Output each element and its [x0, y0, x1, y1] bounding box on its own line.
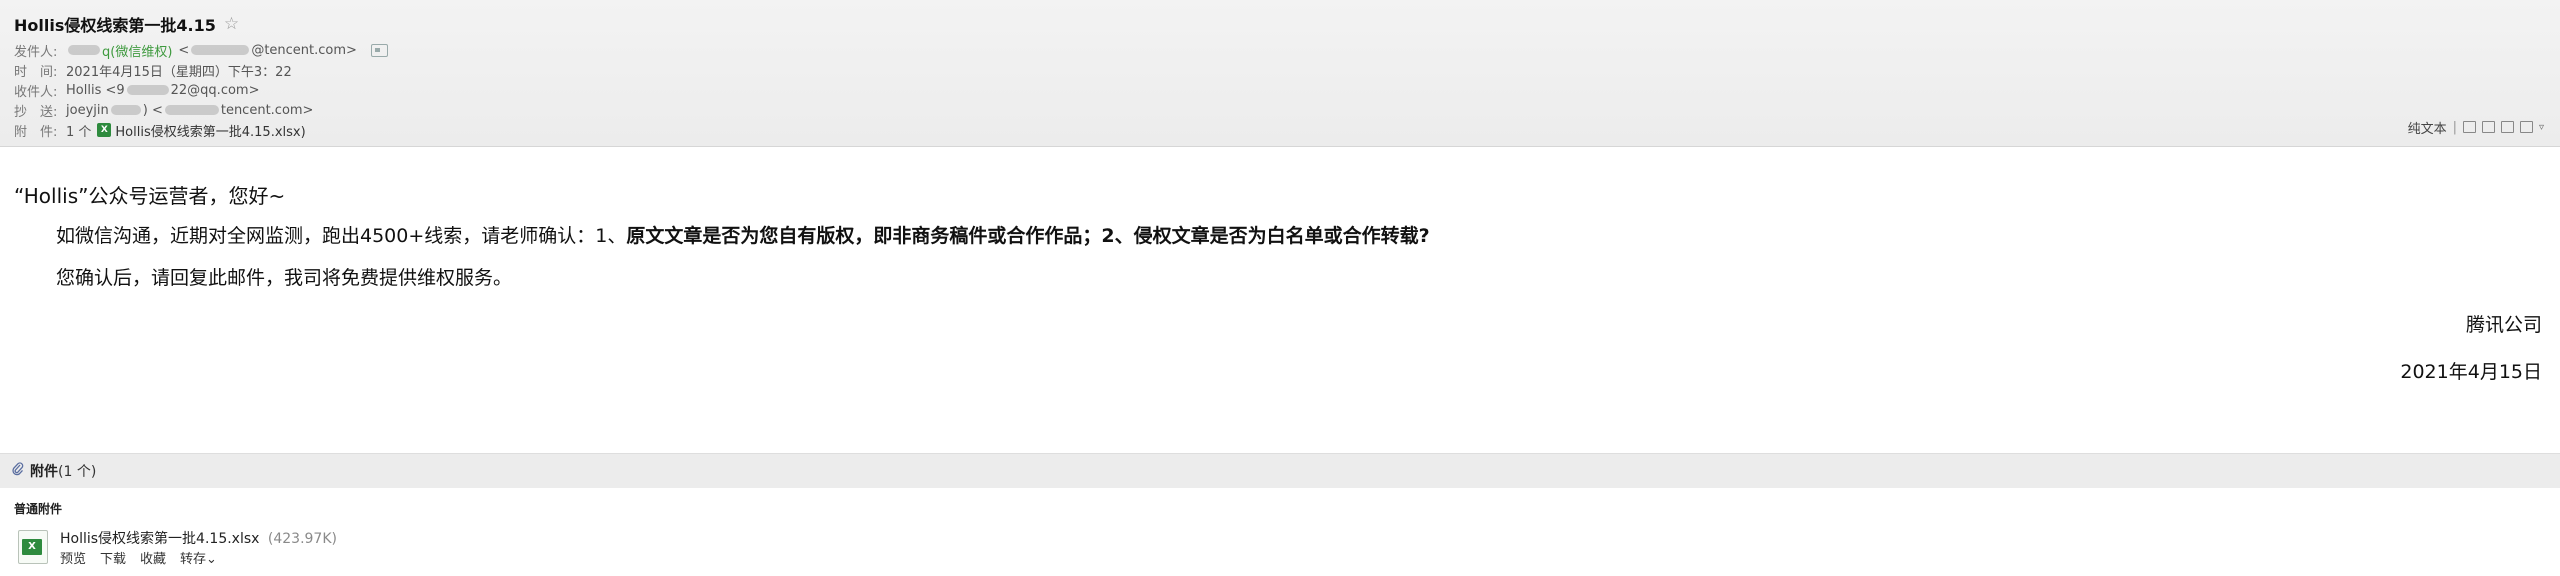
- para1-text: 如微信沟通，近期对全网监测，跑出4500+线索，请老师确认：1、: [56, 225, 627, 247]
- para1-separator: ；2、: [1082, 225, 1134, 247]
- download-button[interactable]: 下载: [100, 548, 126, 567]
- sender-email-prefix: <: [178, 42, 190, 58]
- attachment-link[interactable]: Hollis侵权线索第一批4.15.xlsx): [115, 121, 305, 140]
- excel-file-icon[interactable]: X: [18, 530, 48, 564]
- cc-value-suffix: tencent.com>: [220, 102, 314, 118]
- mail-body: “Hollis”公众号运营者，您好~ 如微信沟通，近期对全网监测，跑出4500+…: [0, 147, 2560, 453]
- new-window-icon[interactable]: [2462, 121, 2476, 133]
- attachment-row: 附 件: 1 个 X Hollis侵权线索第一批4.15.xlsx): [14, 121, 306, 140]
- subject-row: Hollis侵权线索第一批4.15 ☆: [14, 12, 239, 36]
- to-row: 收件人: Hollis <9 22@qq.com>: [14, 81, 260, 100]
- attachment-actions: 预览 下载 收藏 转存⌄: [60, 548, 217, 567]
- from-row: 发件人: q(微信维权) < @tencent.com>: [14, 41, 388, 60]
- save-to-button[interactable]: 转存⌄: [180, 548, 217, 567]
- more-chevron-icon[interactable]: ▿: [2539, 122, 2544, 133]
- sender-email-suffix: @tencent.com>: [251, 42, 357, 58]
- redacted-block: [126, 85, 169, 95]
- attachment-file-name[interactable]: Hollis侵权线索第一批4.15.xlsx: [60, 531, 259, 547]
- copy-icon[interactable]: [2481, 121, 2495, 133]
- para1-bold-question-1: 原文文章是否为您自有版权，即非商务稿件或合作作品: [626, 225, 1083, 247]
- time-row: 时 间: 2021年4月15日（星期四）下午3：22: [14, 61, 292, 80]
- excel-file-icon-label: X: [22, 539, 42, 555]
- attachments-bar: 附件 (1 个): [0, 453, 2560, 489]
- body-paragraph-2: 您确认后，请回复此邮件，我司将免费提供维权服务。: [56, 267, 513, 289]
- cc-row: 抄 送: joeyjin ) < tencent.com>: [14, 101, 314, 120]
- to-label: 收件人:: [14, 84, 58, 100]
- redacted-block: [110, 105, 141, 115]
- normal-attachments-title: 普通附件: [14, 502, 63, 516]
- signature-company: 腾讯公司: [2465, 314, 2542, 336]
- cc-value-mid: ) <: [142, 102, 163, 118]
- paperclip-icon: [12, 462, 24, 480]
- attachment-count: 1 个: [66, 124, 92, 140]
- body-paragraph-1: 如微信沟通，近期对全网监测，跑出4500+线索，请老师确认：1、原文文章是否为您…: [56, 221, 1430, 248]
- to-value-suffix: 22@qq.com>: [170, 82, 260, 98]
- to-value-prefix: Hollis <9: [66, 82, 125, 98]
- redacted-block: [164, 105, 219, 115]
- print-icon[interactable]: [2519, 121, 2533, 133]
- attachments-title: 附件: [30, 464, 58, 480]
- toolbar-separator: |: [2452, 119, 2457, 135]
- favorite-button[interactable]: 收藏: [140, 548, 166, 567]
- contact-card-icon[interactable]: [370, 43, 388, 57]
- mail-header: Hollis侵权线索第一批4.15 ☆ 发件人: q(微信维权) < @tenc…: [0, 0, 2560, 147]
- redacted-block: [68, 45, 100, 55]
- archive-icon[interactable]: [2500, 121, 2514, 133]
- time-value: 2021年4月15日（星期四）下午3：22: [66, 64, 292, 80]
- redacted-block: [191, 45, 250, 55]
- plain-text-button[interactable]: 纯文本: [2408, 118, 2447, 137]
- mail-toolbar: 纯文本 | ▿: [2408, 118, 2544, 137]
- attachment-file-size: (423.97K): [267, 531, 337, 547]
- cc-label: 抄 送:: [14, 104, 58, 120]
- signature-date: 2021年4月15日: [2400, 361, 2542, 383]
- excel-file-icon: X: [97, 123, 112, 137]
- cc-value-prefix: joeyjin: [66, 102, 109, 118]
- from-label: 发件人:: [14, 44, 58, 60]
- star-icon[interactable]: ☆: [224, 14, 239, 34]
- attachments-list: 普通附件 X Hollis侵权线索第一批4.15.xlsx (423.97K) …: [0, 488, 2560, 576]
- attachment-item: Hollis侵权线索第一批4.15.xlsx (423.97K): [60, 528, 337, 548]
- sender-name[interactable]: q(微信维权): [102, 41, 172, 60]
- mail-subject: Hollis侵权线索第一批4.15: [14, 16, 216, 35]
- para1-bold-question-2: 侵权文章是否为白名单或合作转载?: [1133, 225, 1430, 247]
- time-label: 时 间:: [14, 64, 58, 80]
- attachments-count: (1 个): [58, 464, 97, 480]
- attachment-label: 附 件:: [14, 124, 58, 140]
- preview-button[interactable]: 预览: [60, 548, 86, 567]
- greeting-text: “Hollis”公众号运营者，您好~: [14, 184, 286, 208]
- email-reader: Hollis侵权线索第一批4.15 ☆ 发件人: q(微信维权) < @tenc…: [0, 0, 2560, 576]
